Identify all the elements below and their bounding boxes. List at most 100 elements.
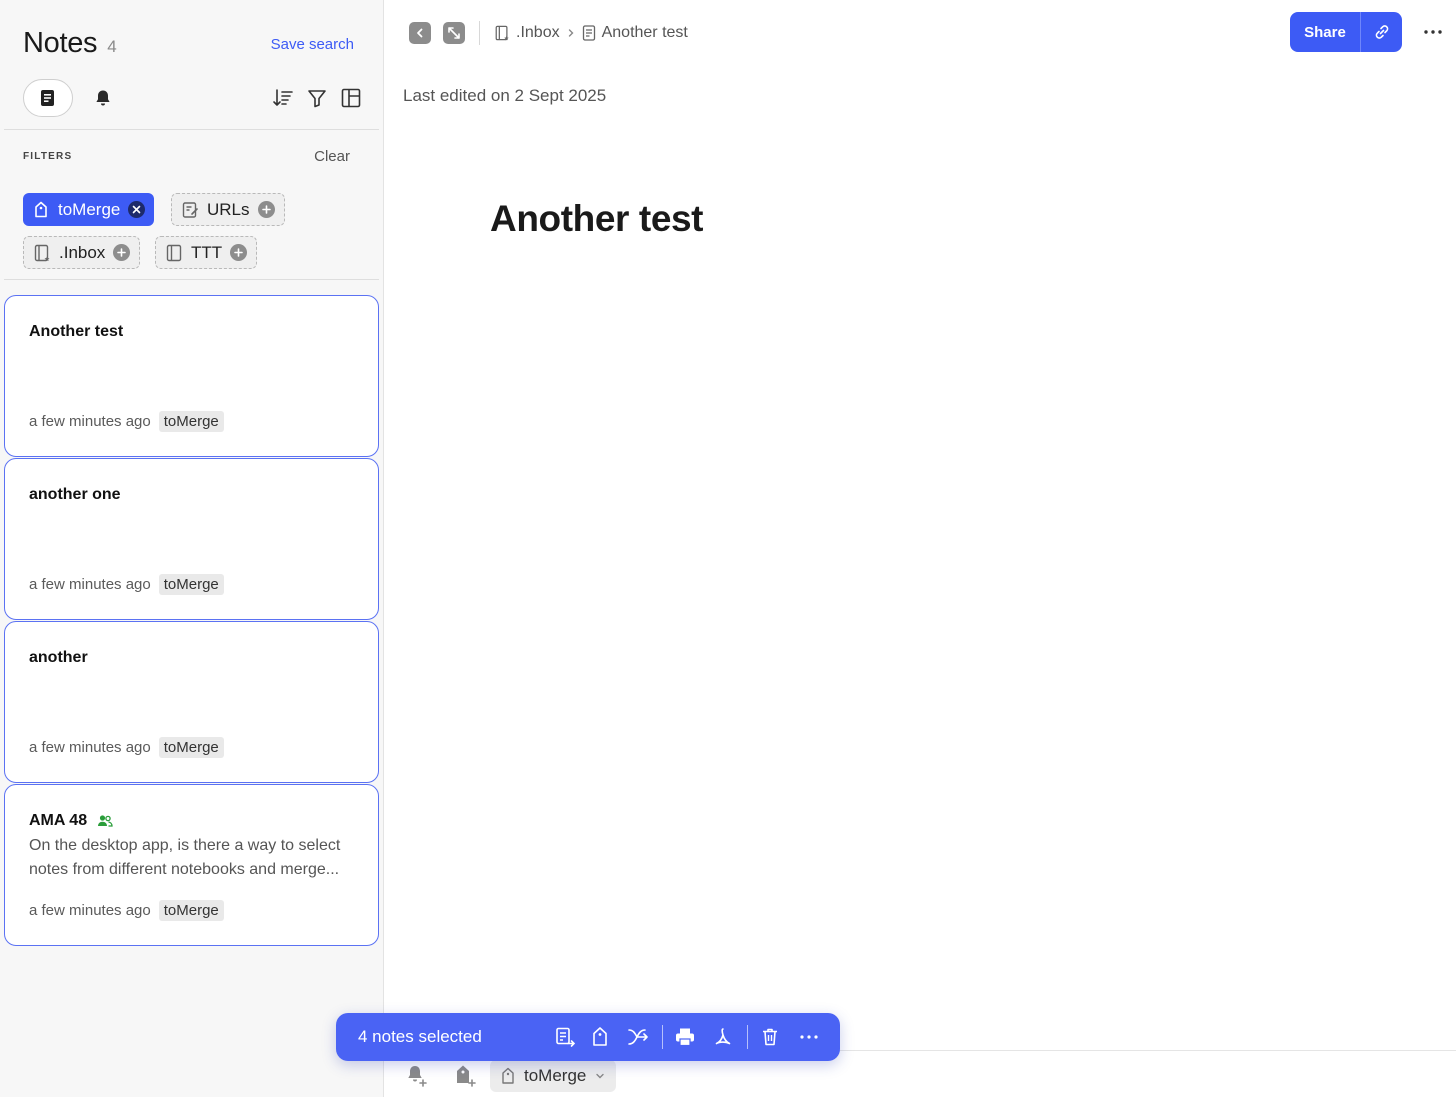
save-search-link[interactable]: Save search	[271, 36, 354, 53]
add-reminder-button[interactable]	[402, 1061, 432, 1091]
divider	[747, 1025, 748, 1049]
plus-icon	[117, 248, 127, 257]
filter-chip-tomerge[interactable]: toMerge	[23, 193, 155, 226]
url-note-icon	[181, 201, 199, 219]
share-button[interactable]: Share	[1290, 12, 1360, 52]
tag-icon	[32, 201, 50, 219]
notes-sidebar: Notes 4 Save search FILTERS Clear toMerg…	[0, 0, 384, 1097]
layout-button[interactable]	[339, 86, 363, 110]
note-tag[interactable]: toMerge	[158, 574, 224, 595]
printer-icon	[676, 1028, 694, 1047]
print-button[interactable]	[673, 1025, 697, 1049]
note-card[interactable]: AMA 48 On the desktop app, is there a wa…	[4, 784, 379, 946]
trash-icon	[763, 1028, 777, 1046]
note-title-text: AMA 48	[29, 812, 88, 829]
chevron-right-icon	[566, 28, 576, 38]
bell-plus-icon	[408, 1066, 427, 1087]
close-icon	[133, 205, 141, 214]
pdf-icon	[715, 1028, 731, 1045]
expand-button[interactable]	[443, 22, 465, 44]
add-filter-button[interactable]	[113, 244, 131, 261]
export-pdf-button[interactable]	[711, 1025, 735, 1049]
back-button[interactable]	[409, 22, 431, 44]
divider	[4, 129, 379, 130]
merge-icon	[628, 1029, 648, 1045]
sort-icon	[273, 89, 293, 106]
more-options-button[interactable]	[1422, 22, 1444, 42]
tag-plus-icon	[457, 1065, 476, 1087]
breadcrumb: .Inbox Another test	[494, 24, 688, 42]
note-title: another	[29, 649, 88, 667]
note-time: a few minutes ago	[29, 739, 151, 756]
note-icon	[38, 88, 58, 108]
note-card[interactable]: Another test a few minutes ago toMerge	[4, 295, 379, 457]
divider	[4, 279, 379, 280]
note-title-text: another	[29, 649, 88, 666]
filter-chip-inbox[interactable]: .Inbox	[23, 236, 141, 269]
layout-icon	[341, 88, 361, 108]
note-title: another one	[29, 486, 121, 504]
note-icon	[582, 25, 596, 41]
share-group: Share	[1290, 12, 1402, 52]
note-tag-dropdown[interactable]: toMerge	[490, 1060, 617, 1092]
filters-label: FILTERS	[23, 151, 73, 162]
plus-icon	[234, 248, 243, 257]
divider	[662, 1025, 663, 1049]
notes-view-button[interactable]	[23, 79, 73, 117]
breadcrumb-note[interactable]: Another test	[602, 24, 688, 42]
note-time: a few minutes ago	[29, 413, 151, 430]
remove-filter-button[interactable]	[128, 201, 146, 218]
filter-chip-urls[interactable]: URLs	[171, 193, 285, 226]
last-edited: Last edited on 2 Sept 2025	[403, 86, 607, 105]
move-note-icon	[556, 1027, 576, 1047]
filter-button[interactable]	[305, 86, 329, 110]
more-horizontal-icon	[1424, 30, 1442, 34]
shared-users-icon	[97, 814, 113, 828]
tag-label: toMerge	[524, 1066, 587, 1085]
filter-chip-ttt[interactable]: TTT	[155, 236, 258, 269]
reminders-button[interactable]	[91, 86, 115, 110]
add-tag-button[interactable]	[450, 1061, 480, 1091]
note-meta: a few minutes ago toMerge	[29, 900, 224, 921]
note-tag[interactable]: toMerge	[158, 411, 224, 432]
plus-icon	[261, 205, 271, 214]
editor-topbar: .Inbox Another test	[409, 21, 688, 45]
bell-icon	[93, 88, 113, 108]
note-title: Another test	[29, 323, 123, 341]
notes-title: Notes	[23, 27, 98, 59]
tag-icon	[593, 1027, 607, 1046]
clear-filters-button[interactable]: Clear	[314, 148, 350, 165]
copy-link-button[interactable]	[1361, 12, 1402, 52]
chip-label: toMerge	[58, 199, 121, 219]
add-filter-button[interactable]	[257, 201, 275, 218]
note-meta: a few minutes ago toMerge	[29, 737, 224, 758]
move-to-notebook-button[interactable]	[553, 1025, 577, 1049]
selection-action-bar: 4 notes selected	[336, 1013, 840, 1061]
sort-button[interactable]	[271, 86, 295, 110]
note-card[interactable]: another a few minutes ago toMerge	[4, 621, 379, 783]
notes-header: Notes 4	[23, 27, 117, 60]
sidebar-toolbar	[23, 79, 363, 117]
more-actions-button[interactable]	[797, 1025, 821, 1049]
document-title[interactable]: Another test	[490, 198, 704, 240]
breadcrumb-notebook[interactable]: .Inbox	[516, 24, 560, 42]
merge-notes-button[interactable]	[626, 1025, 650, 1049]
note-title-text: Another test	[29, 323, 124, 340]
editor-footer: toMerge	[402, 1060, 617, 1092]
filter-icon	[308, 90, 326, 108]
divider	[479, 21, 480, 45]
add-filter-button[interactable]	[230, 244, 248, 261]
note-tag[interactable]: toMerge	[158, 900, 224, 921]
note-tag[interactable]: toMerge	[158, 737, 224, 758]
note-time: a few minutes ago	[29, 576, 151, 593]
note-meta: a few minutes ago toMerge	[29, 574, 224, 595]
delete-button[interactable]	[758, 1025, 782, 1049]
chevron-down-icon	[594, 1070, 606, 1082]
chip-label: URLs	[207, 199, 250, 219]
tag-icon	[500, 1067, 516, 1085]
note-meta: a few minutes ago toMerge	[29, 411, 224, 432]
note-card[interactable]: another one a few minutes ago toMerge	[4, 458, 379, 620]
tag-selected-button[interactable]	[588, 1025, 612, 1049]
more-horizontal-icon	[800, 1035, 818, 1039]
note-time: a few minutes ago	[29, 902, 151, 919]
